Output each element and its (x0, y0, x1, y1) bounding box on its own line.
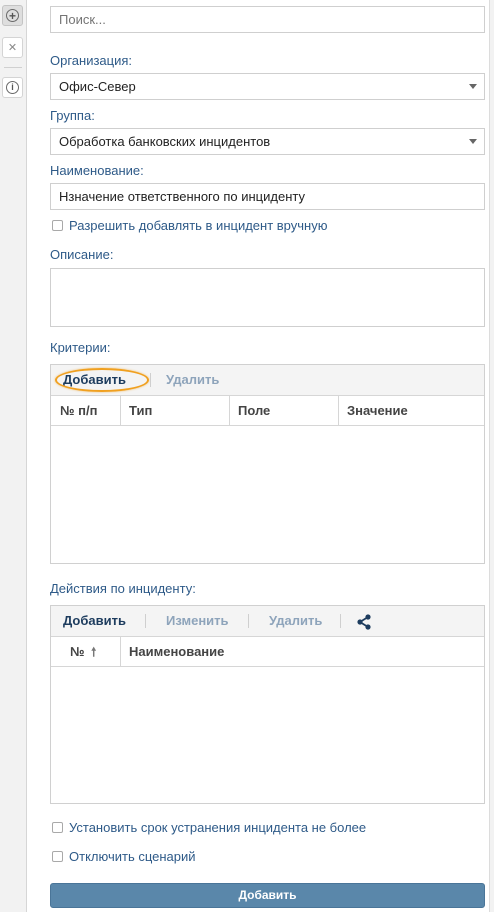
highlight-ring (55, 368, 149, 392)
toolbar-separator (145, 614, 146, 628)
column-header-type[interactable]: Тип (120, 396, 229, 425)
arrow-up-icon: 🠕 (91, 645, 97, 659)
name-input[interactable]: Нзначение ответственного по инциденту (50, 183, 485, 210)
set-deadline-option[interactable]: Установить срок устранения инцидента не … (52, 820, 366, 835)
column-header-name[interactable]: Наименование (120, 637, 484, 666)
column-header-number[interactable]: № п/п (51, 396, 120, 425)
search-input[interactable] (50, 6, 485, 33)
actions-label: Действия по инциденту: (50, 581, 196, 596)
submit-add-button[interactable]: Добавить (50, 883, 485, 908)
rail-divider (4, 67, 22, 68)
left-toolbar: + ✕ i (0, 0, 27, 912)
criteria-header-row: № п/п Тип Поле Значение (51, 396, 484, 426)
info-icon[interactable]: i (2, 77, 23, 98)
name-value: Нзначение ответственного по инциденту (59, 189, 305, 204)
add-icon[interactable]: + (2, 5, 23, 26)
criteria-add-button[interactable]: Добавить (55, 365, 149, 395)
disable-scenario-checkbox[interactable] (52, 851, 63, 862)
organization-value: Офис-Север (59, 79, 136, 94)
actions-add-button[interactable]: Добавить (63, 606, 126, 636)
share-icon[interactable] (355, 613, 373, 631)
criteria-table-body (51, 426, 484, 563)
organization-select[interactable]: Офис-Север (50, 73, 485, 100)
actions-table-body (51, 667, 484, 803)
allow-manual-option[interactable]: Разрешить добавлять в инцидент вручную (52, 218, 327, 233)
actions-header-row: № 🠕 Наименование (51, 637, 484, 667)
actions-table: Добавить Изменить Удалить № 🠕 Наименован… (50, 605, 485, 804)
criteria-toolbar: Добавить Удалить (51, 365, 484, 396)
scroll-edge (489, 0, 494, 912)
criteria-table: Добавить Удалить № п/п Тип Поле Значение (50, 364, 485, 564)
column-header-value[interactable]: Значение (338, 396, 484, 425)
criteria-label: Критерии: (50, 340, 111, 355)
allow-manual-checkbox[interactable] (52, 220, 63, 231)
allow-manual-label: Разрешить добавлять в инцидент вручную (69, 218, 328, 233)
group-value: Обработка банковских инцидентов (59, 134, 271, 149)
chevron-down-icon (469, 139, 477, 144)
description-label: Описание: (50, 247, 114, 262)
actions-edit-button[interactable]: Изменить (166, 606, 229, 636)
column-header-field[interactable]: Поле (229, 396, 338, 425)
criteria-delete-button[interactable]: Удалить (166, 365, 219, 395)
toolbar-separator (150, 373, 151, 387)
group-label: Группа: (50, 108, 95, 123)
actions-delete-button[interactable]: Удалить (269, 606, 322, 636)
actions-toolbar: Добавить Изменить Удалить (51, 606, 484, 637)
column-header-number[interactable]: № 🠕 (51, 637, 120, 666)
description-textarea[interactable] (50, 268, 485, 327)
toolbar-separator (340, 614, 341, 628)
close-icon[interactable]: ✕ (2, 37, 23, 58)
organization-label: Организация: (50, 53, 133, 68)
set-deadline-checkbox[interactable] (52, 822, 63, 833)
set-deadline-label: Установить срок устранения инцидента не … (69, 820, 367, 835)
group-select[interactable]: Обработка банковских инцидентов (50, 128, 485, 155)
disable-scenario-label: Отключить сценарий (69, 849, 196, 864)
disable-scenario-option[interactable]: Отключить сценарий (52, 849, 196, 864)
name-label: Наименование: (50, 163, 144, 178)
toolbar-separator (248, 614, 249, 628)
chevron-down-icon (469, 84, 477, 89)
